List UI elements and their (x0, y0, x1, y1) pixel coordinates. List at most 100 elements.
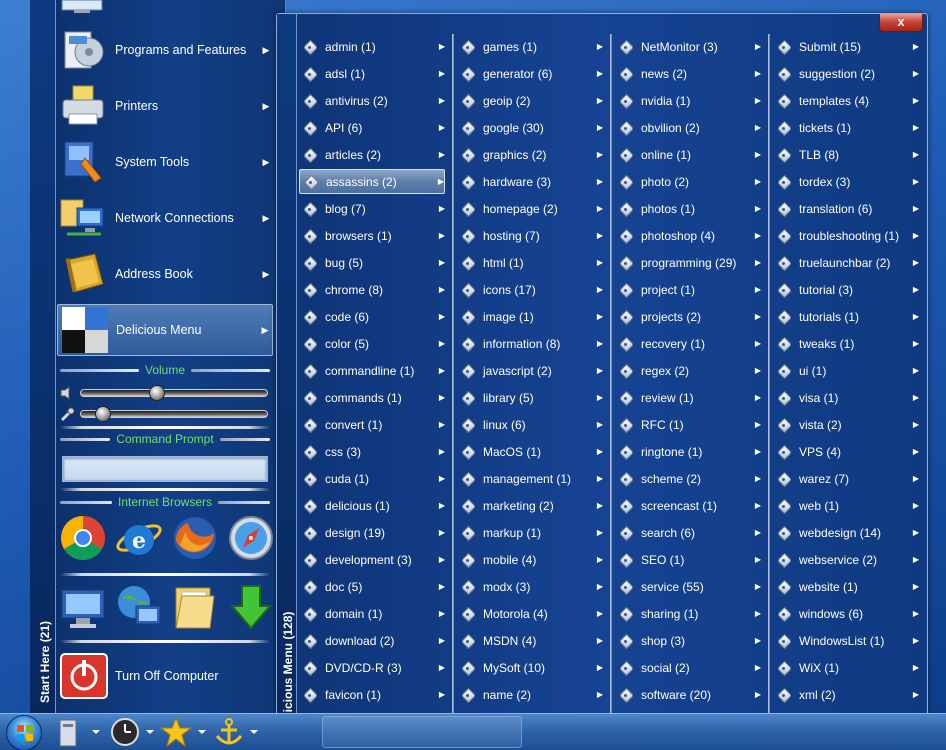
tag-menu-item[interactable]: photos (1) ▶ (615, 196, 761, 221)
tag-menu-item[interactable]: tordex (3) ▶ (773, 169, 919, 194)
tag-menu-item[interactable]: DVD/CD-R (3) ▶ (299, 655, 445, 680)
tag-menu-item[interactable]: tutorial (3) ▶ (773, 277, 919, 302)
tag-menu-item[interactable]: obvilion (2) ▶ (615, 115, 761, 140)
balance-slider[interactable] (80, 406, 268, 422)
tag-menu-item[interactable]: download (2) ▶ (299, 628, 445, 653)
tag-menu-item[interactable]: antivirus (2) ▶ (299, 88, 445, 113)
tag-menu-item[interactable]: convert (1) ▶ (299, 412, 445, 437)
programs-and-features-item[interactable]: Programs and Features ▶ (57, 24, 273, 76)
tag-menu-item[interactable]: favicon (1) ▶ (299, 682, 445, 707)
tag-menu-item[interactable]: assassins (2) ▶ (299, 169, 445, 194)
tag-menu-item[interactable]: adsl (1) ▶ (299, 61, 445, 86)
network-globe-icon[interactable] (114, 582, 164, 632)
tag-menu-item[interactable]: chrome (8) ▶ (299, 277, 445, 302)
system-tools-item[interactable]: System Tools ▶ (57, 136, 273, 188)
tag-menu-item[interactable]: browsers (1) ▶ (299, 223, 445, 248)
tag-menu-item[interactable]: truelaunchbar (2) ▶ (773, 250, 919, 275)
tag-menu-item[interactable]: regex (2) ▶ (615, 358, 761, 383)
anchor-icon[interactable] (212, 716, 260, 748)
tag-menu-item[interactable]: homepage (2) ▶ (457, 196, 603, 221)
tag-menu-item[interactable]: MySoft (10) ▶ (457, 655, 603, 680)
tag-menu-item[interactable]: graphics (2) ▶ (457, 142, 603, 167)
tag-menu-item[interactable]: javascript (2) ▶ (457, 358, 603, 383)
tag-menu-item[interactable]: information (8) ▶ (457, 331, 603, 356)
tag-menu-item[interactable]: sharing (1) ▶ (615, 601, 761, 626)
tag-menu-item[interactable]: suggestion (2) ▶ (773, 61, 919, 86)
tag-menu-item[interactable]: tickets (1) ▶ (773, 115, 919, 140)
tag-menu-item[interactable]: WindowsList (1) ▶ (773, 628, 919, 653)
turn-off-computer-item[interactable]: Turn Off Computer (57, 650, 273, 702)
tag-menu-item[interactable]: mobile (4) ▶ (457, 547, 603, 572)
tag-menu-item[interactable]: commandline (1) ▶ (299, 358, 445, 383)
tag-menu-item[interactable]: service (55) ▶ (615, 574, 761, 599)
tag-menu-item[interactable]: scheme (2) ▶ (615, 466, 761, 491)
tag-menu-item[interactable]: cuda (1) ▶ (299, 466, 445, 491)
tag-menu-item[interactable]: commands (1) ▶ (299, 385, 445, 410)
tag-menu-item[interactable]: name (2) ▶ (457, 682, 603, 707)
tag-menu-item[interactable]: linux (6) ▶ (457, 412, 603, 437)
tag-menu-item[interactable]: screencast (1) ▶ (615, 493, 761, 518)
tag-menu-item[interactable]: shop (3) ▶ (615, 628, 761, 653)
tag-menu-item[interactable]: website (1) ▶ (773, 574, 919, 599)
tag-menu-item[interactable]: css (3) ▶ (299, 439, 445, 464)
tag-menu-item[interactable]: markup (1) ▶ (457, 520, 603, 545)
volume-slider[interactable] (80, 385, 268, 401)
tag-menu-item[interactable]: ringtone (1) ▶ (615, 439, 761, 464)
tag-menu-item[interactable]: tweaks (1) ▶ (773, 331, 919, 356)
tag-menu-item[interactable]: VPS (4) ▶ (773, 439, 919, 464)
tag-menu-item[interactable]: games (1) ▶ (457, 34, 603, 59)
taskbar-window-buttons[interactable] (322, 716, 522, 748)
my-computer-icon[interactable] (58, 582, 108, 632)
tag-menu-item[interactable]: warez (7) ▶ (773, 466, 919, 491)
tag-menu-item[interactable]: software (20) ▶ (615, 682, 761, 707)
volume-slider-thumb[interactable] (149, 385, 165, 401)
tag-menu-item[interactable]: Submit (15) ▶ (773, 34, 919, 59)
tag-menu-item[interactable]: windows (6) ▶ (773, 601, 919, 626)
tag-menu-item[interactable]: online (1) ▶ (615, 142, 761, 167)
tag-menu-item[interactable]: search (6) ▶ (615, 520, 761, 545)
documents-folder-icon[interactable] (170, 582, 220, 632)
tag-menu-item[interactable]: news (2) ▶ (615, 61, 761, 86)
tag-menu-item[interactable]: programming (29) ▶ (615, 250, 761, 275)
tag-menu-item[interactable]: geoip (2) ▶ (457, 88, 603, 113)
command-prompt-input[interactable] (62, 456, 268, 482)
tag-menu-item[interactable]: google (30) ▶ (457, 115, 603, 140)
tag-menu-item[interactable]: management (1) ▶ (457, 466, 603, 491)
chrome-icon[interactable] (58, 513, 108, 563)
delicious-menu-item[interactable]: Delicious Menu ▶ (57, 304, 273, 356)
tag-menu-item[interactable]: delicious (1) ▶ (299, 493, 445, 518)
tag-menu-item[interactable]: WiX (1) ▶ (773, 655, 919, 680)
tag-menu-item[interactable]: API (6) ▶ (299, 115, 445, 140)
tag-menu-item[interactable]: blog (7) ▶ (299, 196, 445, 221)
tag-menu-item[interactable]: NetMonitor (3) ▶ (615, 34, 761, 59)
tag-menu-item[interactable]: translation (6) ▶ (773, 196, 919, 221)
tag-menu-item[interactable]: TLB (8) ▶ (773, 142, 919, 167)
firefox-icon[interactable] (170, 513, 220, 563)
tag-menu-item[interactable]: icons (17) ▶ (457, 277, 603, 302)
tag-menu-item[interactable]: RFC (1) ▶ (615, 412, 761, 437)
tag-menu-item[interactable]: visa (1) ▶ (773, 385, 919, 410)
tag-menu-item[interactable]: nvidia (1) ▶ (615, 88, 761, 113)
tag-menu-item[interactable]: admin (1) ▶ (299, 34, 445, 59)
tag-menu-item[interactable]: hosting (7) ▶ (457, 223, 603, 248)
tag-menu-item[interactable]: social (2) ▶ (615, 655, 761, 680)
tag-menu-item[interactable]: project (1) ▶ (615, 277, 761, 302)
tag-menu-item[interactable]: templates (4) ▶ (773, 88, 919, 113)
tag-menu-item[interactable]: review (1) ▶ (615, 385, 761, 410)
tag-menu-item[interactable]: generator (6) ▶ (457, 61, 603, 86)
tag-menu-item[interactable]: doc (5) ▶ (299, 574, 445, 599)
tag-menu-item[interactable]: domain (1) ▶ (299, 601, 445, 626)
clock-icon[interactable] (108, 716, 156, 748)
tag-menu-item[interactable]: tutorials (1) ▶ (773, 304, 919, 329)
tag-menu-item[interactable]: recovery (1) ▶ (615, 331, 761, 356)
tag-menu-item[interactable]: photo (2) ▶ (615, 169, 761, 194)
monitor-icon[interactable] (60, 0, 106, 14)
computer-tower-icon[interactable] (56, 716, 104, 748)
tag-menu-item[interactable]: photoshop (4) ▶ (615, 223, 761, 248)
tag-menu-item[interactable]: bug (5) ▶ (299, 250, 445, 275)
tag-menu-item[interactable]: development (3) ▶ (299, 547, 445, 572)
internet-explorer-icon[interactable]: e (114, 513, 164, 563)
tag-menu-item[interactable]: xml (2) ▶ (773, 682, 919, 707)
tag-menu-item[interactable]: vista (2) ▶ (773, 412, 919, 437)
tag-menu-item[interactable]: webdesign (14) ▶ (773, 520, 919, 545)
